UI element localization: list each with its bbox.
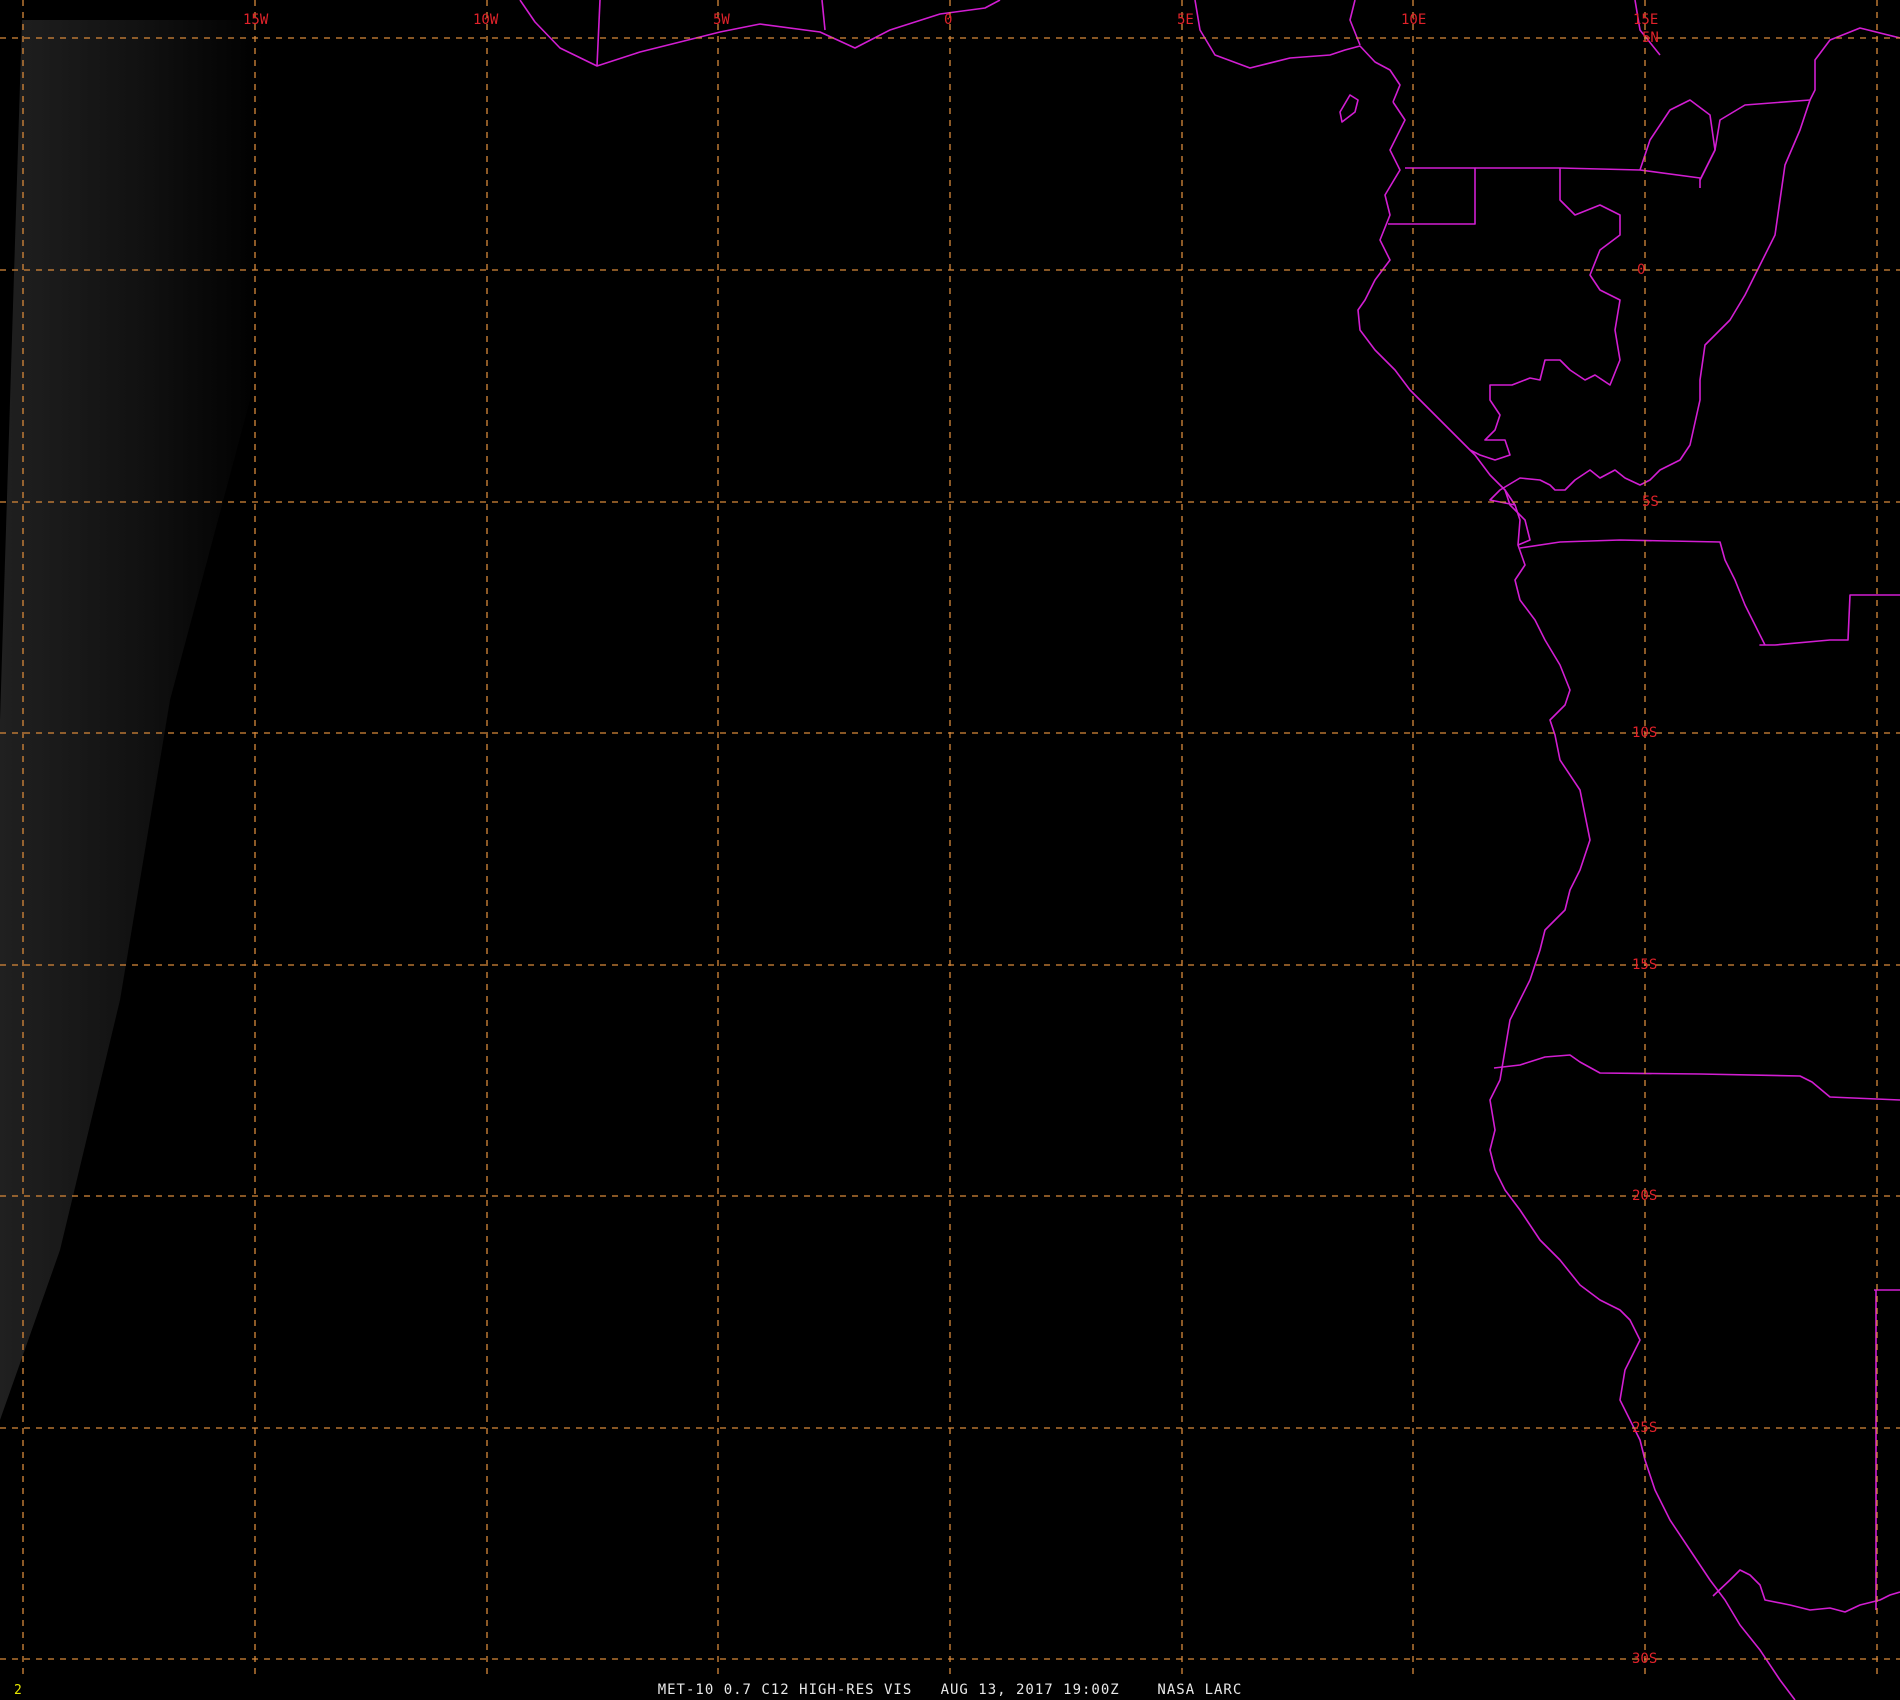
image-caption: MET-10 0.7 C12 HIGH-RES VIS AUG 13, 2017… bbox=[657, 1682, 1243, 1698]
lon-label-15w: 15W bbox=[243, 12, 269, 28]
lat-label-25s: 25S bbox=[1632, 1420, 1657, 1436]
lat-label-10s: 10S bbox=[1632, 725, 1657, 741]
lat-label-15s: 15S bbox=[1632, 957, 1657, 973]
lat-label-20s: 20S bbox=[1632, 1188, 1657, 1204]
namibia-south-africa-border bbox=[1712, 1569, 1900, 1613]
bioko-island bbox=[1339, 94, 1359, 123]
congo-border-north bbox=[1639, 99, 1716, 181]
lon-label-15e: 15E bbox=[1633, 12, 1658, 28]
lat-label-0: 0 bbox=[1637, 262, 1645, 278]
nigeria-cameroon-coast bbox=[1194, 0, 1401, 103]
gabon-congo-border bbox=[1469, 168, 1621, 461]
latitude-labels: 5N 0 5S 10S 15S 20S 25S 30S bbox=[1632, 30, 1659, 1667]
lon-label-10w: 10W bbox=[473, 12, 499, 28]
lat-label-5n: 5N bbox=[1642, 30, 1659, 46]
status-bar: 2 MET-10 0.7 C12 HIGH-RES VIS AUG 13, 20… bbox=[0, 1678, 1900, 1700]
lat-label-30s: 30S bbox=[1632, 1651, 1657, 1667]
coastlines-and-borders bbox=[519, 0, 1900, 1700]
angola-namibia-border bbox=[1493, 1054, 1900, 1101]
lon-label-5e: 5E bbox=[1177, 12, 1194, 28]
cloud-band bbox=[0, 20, 265, 1420]
angola-drc-border bbox=[1519, 539, 1900, 646]
cabinda bbox=[1504, 489, 1531, 546]
namibia-botswana-border bbox=[1874, 1289, 1900, 1610]
gulf-of-guinea-coast bbox=[519, 0, 1001, 67]
lon-label-0: 0 bbox=[944, 12, 952, 28]
graticule bbox=[0, 0, 1900, 1678]
lon-label-5w: 5W bbox=[713, 12, 730, 28]
longitude-labels: 15W 10W 5W 0 5E 10E 15E bbox=[243, 12, 1658, 28]
satellite-map: 15W 10W 5W 0 5E 10E 15E 5N 0 5S 10S 15S … bbox=[0, 0, 1900, 1700]
ghana-togo-border bbox=[596, 0, 601, 67]
congo-drc-border bbox=[1699, 27, 1900, 181]
congo-river-border bbox=[1489, 99, 1811, 506]
equatorial-guinea-border bbox=[1388, 167, 1476, 225]
cameroon-northern-border bbox=[1349, 0, 1661, 56]
lon-label-10e: 10E bbox=[1401, 12, 1426, 28]
central-africa-coast bbox=[1357, 101, 1796, 1700]
map-canvas: 15W 10W 5W 0 5E 10E 15E 5N 0 5S 10S 15S … bbox=[0, 0, 1900, 1700]
lat-label-5s: 5S bbox=[1642, 494, 1659, 510]
cameroon-gabon-congo-border bbox=[1475, 167, 1701, 188]
coast-east-of-volta bbox=[821, 0, 826, 31]
